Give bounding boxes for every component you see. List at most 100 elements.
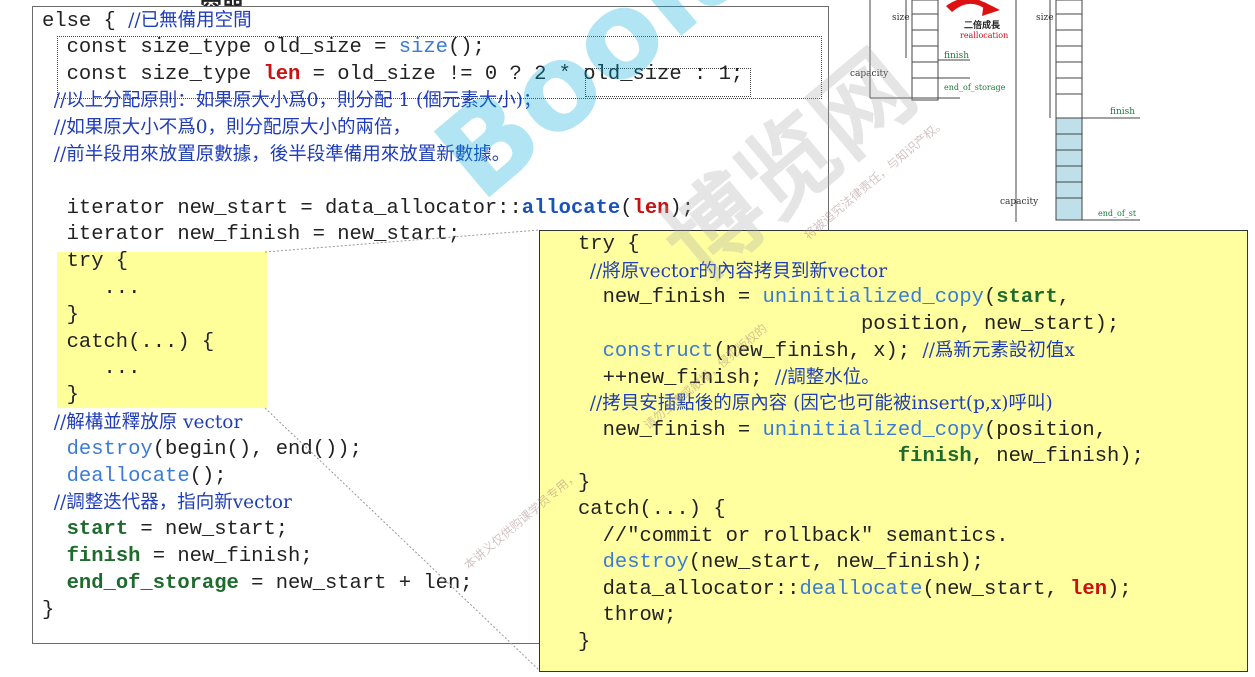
left-code-line: end_of_storage = new_start + len;: [42, 572, 473, 596]
right-code-token: try {: [578, 233, 640, 256]
left-code-line: }: [42, 599, 54, 623]
right-code-token: finish: [897, 445, 972, 468]
left-code-token: ();: [447, 35, 485, 59]
left-code-line: deallocate();: [42, 465, 227, 489]
right-code-token: }: [578, 471, 591, 495]
right-code-line: }: [578, 631, 590, 655]
right-code-token: (: [983, 286, 997, 309]
right-code-line: new_finish = uninitialized_copy(start,: [578, 286, 1071, 310]
left-code-token: try {: [42, 250, 129, 274]
left-code-token: }: [42, 598, 55, 622]
left-code-token: //調整迭代器，指向新vector: [42, 492, 292, 514]
left-code-line: destroy(begin(), end());: [42, 438, 362, 462]
new-size-label: size: [1036, 13, 1054, 23]
right-code-token: //調整水位。: [774, 366, 880, 388]
left-code-line: catch(...) {: [42, 330, 215, 355]
left-code-line: }: [42, 384, 79, 408]
right-code-token: throw;: [578, 604, 677, 627]
left-code-token: //解構並釋放原 vector: [42, 412, 243, 433]
left-code-line: const size_type old_size = size();: [42, 36, 485, 60]
old-end-label: end_of_storage: [944, 83, 1006, 92]
right-code-token: (new_start,: [922, 577, 1071, 601]
old-finish-label: finish: [944, 51, 969, 61]
new-end-label: end_of_st: [1098, 209, 1137, 218]
right-code-token: data_allocator::: [578, 577, 800, 601]
right-code-token: [578, 445, 898, 468]
left-code-token: size: [398, 35, 448, 59]
right-code-token: new_finish =: [578, 418, 763, 442]
left-code-token: [42, 465, 67, 488]
right-code-token: );: [1107, 577, 1132, 601]
right-code-line: ++new_finish; //調整水位。: [578, 366, 880, 391]
left-code-token: ...: [42, 277, 141, 300]
right-code-token: (position,: [983, 418, 1107, 442]
right-code-token: uninitialized_copy: [762, 286, 984, 309]
right-code-token: position, new_start);: [578, 312, 1120, 336]
right-code-token: ++new_finish;: [578, 366, 775, 390]
left-code-token: catch(...) {: [42, 330, 215, 354]
right-code-line: catch(...) {: [578, 498, 726, 522]
arrow-label-cn: 二倍成長: [964, 19, 1001, 31]
left-code-line: iterator new_finish = new_start;: [42, 223, 461, 247]
left-code-token: }: [42, 303, 79, 327]
right-code-token: uninitialized_copy: [762, 418, 984, 442]
right-code-token: }: [578, 630, 591, 654]
right-code-token: construct: [602, 340, 714, 363]
new-finish-label: finish: [1110, 107, 1135, 117]
left-code-token: finish: [66, 545, 141, 568]
right-code-token: destroy: [602, 551, 689, 574]
left-code-token: = new_finish;: [140, 545, 313, 568]
left-code-token: end_of_storage: [66, 571, 239, 595]
left-code-token: deallocate: [66, 464, 190, 488]
left-code-token: const size_type old_size =: [42, 35, 399, 59]
left-code-token: [42, 545, 67, 568]
new-capacity-label: capacity: [1000, 197, 1039, 207]
left-code-token: //如果原大小不爲0，則分配原大小的兩倍，: [42, 117, 411, 139]
left-code-line: //調整迭代器，指向新vector: [42, 491, 292, 516]
arrow-label-en: reallocation: [960, 31, 1008, 40]
right-code-line: destroy(new_start, new_finish);: [578, 551, 984, 575]
reallocation-arrow-icon: [946, 0, 1000, 16]
left-code-token: allocate: [521, 196, 621, 220]
right-code-token: deallocate: [799, 577, 923, 601]
right-code-line: throw;: [578, 604, 677, 628]
old-size-label: size: [892, 13, 910, 23]
left-code-token: ...: [42, 357, 141, 381]
left-code-line: start = new_start;: [42, 518, 288, 542]
left-code-line: }: [42, 304, 79, 328]
right-code-line: try {: [578, 233, 640, 257]
left-code-line: ...: [42, 277, 141, 301]
right-code-token: //"commit or rollback" semantics.: [578, 524, 1009, 548]
left-code-token: //已無備用空間: [128, 10, 252, 31]
right-code-token: [578, 551, 603, 574]
left-code-token: start: [66, 518, 129, 542]
right-code-token: catch(...) {: [578, 498, 726, 521]
right-code-token: //爲新元素設初值x: [922, 340, 1075, 361]
right-code-line: construct(new_finish, x); //爲新元素設初值x: [578, 339, 1075, 364]
left-code-token: else {: [42, 10, 129, 33]
left-code-token: }: [42, 384, 79, 408]
right-code-token: len: [1070, 577, 1107, 601]
left-code-token: iterator new_finish = new_start;: [42, 223, 461, 247]
left-code-token: const size_type: [42, 62, 264, 86]
left-code-line: try {: [42, 250, 129, 274]
left-code-token: (begin(), end());: [152, 437, 362, 461]
left-code-token: = new_start + len;: [238, 571, 473, 595]
left-code-token: [42, 572, 67, 595]
right-code-line: position, new_start);: [578, 313, 1119, 337]
left-code-line: else { //已無備用空間: [42, 9, 252, 34]
right-code-line: }: [578, 472, 590, 496]
left-code-line: ...: [42, 357, 141, 381]
left-code-token: = new_start;: [128, 518, 289, 542]
right-code-token: , new_finish);: [971, 445, 1144, 468]
left-code-line: //如果原大小不爲0，則分配原大小的兩倍，: [42, 116, 411, 141]
right-code-token: ,: [1057, 286, 1071, 309]
left-code-line: //解構並釋放原 vector: [42, 411, 243, 436]
right-code-token: [578, 340, 603, 363]
left-code-token: [42, 438, 67, 461]
left-code-token: destroy: [66, 437, 153, 461]
left-code-token: ();: [189, 464, 227, 488]
right-code-line: data_allocator::deallocate(new_start, le…: [578, 578, 1132, 602]
left-code-token: iterator new_start = data_allocator::: [42, 196, 522, 220]
right-code-line: //"commit or rollback" semantics.: [578, 525, 1009, 549]
